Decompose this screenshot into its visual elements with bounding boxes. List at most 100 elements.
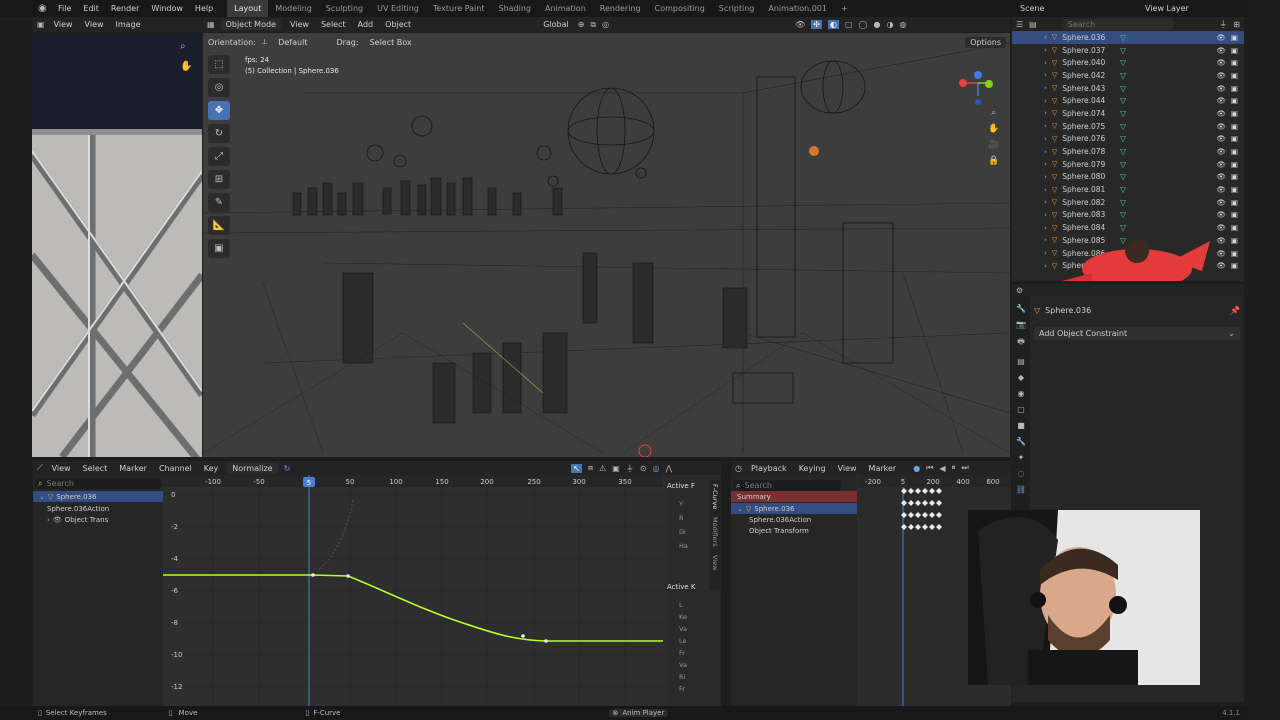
mesh-data-icon[interactable]: ▽ (1120, 134, 1126, 143)
active-keyframe-panel[interactable]: Active K (667, 583, 695, 591)
mesh-data-icon[interactable]: ▽ (1120, 84, 1126, 93)
output-tab-icon[interactable]: 🖶 (1017, 336, 1025, 350)
mesh-data-icon[interactable]: ▽ (1120, 71, 1126, 80)
pause-icon[interactable]: ⏸ (952, 463, 956, 473)
expand-arrow-icon[interactable]: › (1044, 135, 1047, 143)
ds-expand-icon[interactable]: ⌄ (737, 505, 743, 513)
render-camera-icon[interactable]: ▣ (1231, 122, 1238, 131)
dopesheet-object-row[interactable]: ⌄ ▽ Sphere.036 (731, 503, 857, 514)
dopesheet-keyframe[interactable] (936, 488, 942, 494)
annotate-tool-icon[interactable]: ✎ (208, 193, 230, 212)
pin-icon[interactable]: 📌 (1230, 306, 1240, 315)
object-tab-icon[interactable]: ■ (1017, 421, 1025, 430)
visibility-eye-icon[interactable]: 👁 (1216, 134, 1226, 143)
dopesheet-keyframe[interactable] (915, 524, 921, 530)
dopesheet-search-input[interactable]: ⌕ Search (733, 480, 841, 491)
outliner-row[interactable]: › ▽ Sphere.042 ▽ 👁 ▣ (1012, 69, 1244, 82)
graph-search-input[interactable]: ⌕ Search (35, 478, 161, 489)
viewport-menu-view[interactable]: View (287, 20, 312, 29)
scale-tool-icon[interactable]: ⤢ (208, 147, 230, 166)
graph-filter-icon[interactable]: ⏚ (626, 463, 634, 474)
scene-tab-icon[interactable]: ◆ (1018, 373, 1024, 382)
outliner-row[interactable]: › ▽ Sphere.074 ▽ 👁 ▣ (1012, 107, 1244, 120)
dopesheet-keyframe[interactable] (929, 512, 935, 518)
orientation-dropdown[interactable]: Default (273, 37, 312, 48)
tab-shading[interactable]: Shading (491, 0, 538, 17)
tab-sculpting[interactable]: Sculpting (319, 0, 370, 17)
dopesheet-keyframe[interactable] (915, 500, 921, 506)
mesh-data-icon[interactable]: ▽ (1120, 109, 1126, 118)
tab-animation[interactable]: Animation (538, 0, 593, 17)
viewport-menu-object[interactable]: Object (382, 20, 414, 29)
options-dropdown[interactable]: Options (965, 36, 1006, 48)
visibility-eye-icon[interactable]: 👁 (1216, 109, 1226, 118)
select-box-icon[interactable]: ⬚ (208, 55, 230, 74)
dopesheet-summary-row[interactable]: Summary (731, 491, 857, 502)
outliner-row[interactable]: › ▽ Sphere.076 ▽ 👁 ▣ (1012, 133, 1244, 146)
mesh-data-icon[interactable]: ▽ (1120, 185, 1126, 194)
dopesheet-keyframe[interactable] (929, 488, 935, 494)
auto-normalize-icon[interactable]: ↻ (284, 464, 291, 473)
outliner-row[interactable]: › ▽ Sphere.078 ▽ 👁 ▣ (1012, 145, 1244, 158)
expand-arrow-icon[interactable]: › (1044, 97, 1047, 105)
mesh-data-icon[interactable]: ▽ (1120, 172, 1126, 181)
graph-menu-view[interactable]: View (49, 464, 74, 473)
properties-type-icon[interactable]: ⚙ (1016, 286, 1023, 295)
anim-player-indicator[interactable]: ⊗ Anim Player (608, 709, 669, 717)
outliner-row[interactable]: › ▽ Sphere.040 ▽ 👁 ▣ (1012, 56, 1244, 69)
add-object-constraint-button[interactable]: Add Object Constraint ⌄ (1034, 327, 1240, 340)
viewport-menu-add[interactable]: Add (355, 20, 377, 29)
tab-texture-paint[interactable]: Texture Paint (426, 0, 492, 17)
world-tab-icon[interactable]: ◉ (1018, 389, 1025, 398)
keyframe-point[interactable] (521, 634, 525, 638)
expand-arrow-icon[interactable]: › (1044, 173, 1047, 181)
tab-rendering[interactable]: Rendering (593, 0, 648, 17)
proportional-icon[interactable]: ◎ (653, 464, 660, 473)
dopesheet-keyframe[interactable] (936, 524, 942, 530)
render-camera-icon[interactable]: ▣ (1231, 236, 1238, 245)
menu-render[interactable]: Render (105, 4, 145, 13)
tab-animation-001[interactable]: Animation.001 (761, 0, 834, 17)
measure-tool-icon[interactable]: 📐 (208, 216, 230, 235)
field-fr[interactable]: Fr (679, 649, 687, 657)
expand-arrow-icon[interactable]: › (1044, 59, 1047, 67)
render-camera-icon[interactable]: ▣ (1231, 46, 1238, 55)
render-camera-icon[interactable]: ▣ (1231, 134, 1238, 143)
transform-tool-icon[interactable]: ⊞ (208, 170, 230, 189)
blender-logo-icon[interactable]: ◉ (38, 3, 47, 14)
dopesheet-keyframe[interactable] (922, 500, 928, 506)
dopesheet-keyframe[interactable] (901, 524, 907, 530)
dopesheet-keyframe[interactable] (901, 500, 907, 506)
mode-dropdown[interactable]: Object Mode (220, 19, 281, 30)
3d-viewport[interactable] (203, 33, 1010, 457)
menu-edit[interactable]: Edit (77, 4, 105, 13)
render-camera-icon[interactable]: ▣ (1231, 109, 1238, 118)
visibility-eye-icon[interactable]: 👁 (1216, 223, 1226, 232)
expand-arrow-icon[interactable]: › (1044, 249, 1047, 257)
expand-arrow-icon[interactable]: › (1044, 84, 1047, 92)
dopesheet-keyframe[interactable] (915, 488, 921, 494)
menu-window[interactable]: Window (145, 4, 189, 13)
mesh-data-icon[interactable]: ▽ (1120, 46, 1126, 55)
outliner-row[interactable]: › ▽ Sphere.036 ▽ 👁 ▣ (1012, 31, 1244, 44)
graph-canvas[interactable]: -100 -50 5 50 100 150 200 250 300 350 0 -2 -4 -6 -8 -10… (163, 475, 663, 706)
visibility-eye-icon[interactable]: 👁 (1216, 172, 1226, 181)
play-reverse-icon[interactable]: ◀ (939, 464, 945, 473)
overlay-toggle-icon[interactable]: ◐ (828, 20, 839, 29)
dopesheet-keyframe[interactable] (922, 512, 928, 518)
visibility-eye-icon[interactable]: 👁 (1216, 33, 1226, 42)
collection-tab-icon[interactable]: ▢ (1017, 405, 1025, 414)
dopesheet-keyframe[interactable] (908, 512, 914, 518)
outliner-row[interactable]: › ▽ Sphere.043 ▽ 👁 ▣ (1012, 82, 1244, 95)
keyframe-point[interactable] (544, 639, 548, 643)
dopesheet-keyframe[interactable] (929, 500, 935, 506)
tab-scripting[interactable]: Scripting (712, 0, 762, 17)
render-camera-icon[interactable]: ▣ (1231, 210, 1238, 219)
visibility-eye-icon[interactable]: 👁 (1216, 261, 1226, 270)
dopesheet-menu-keying[interactable]: Keying (796, 464, 829, 473)
dopesheet-menu-marker[interactable]: Marker (866, 464, 900, 473)
image-menu-view-2[interactable]: View (82, 20, 107, 29)
field-fr-2[interactable]: Fr (679, 685, 687, 693)
collapse-icon[interactable]: › (47, 516, 50, 524)
mesh-data-icon[interactable]: ▽ (1120, 122, 1126, 131)
